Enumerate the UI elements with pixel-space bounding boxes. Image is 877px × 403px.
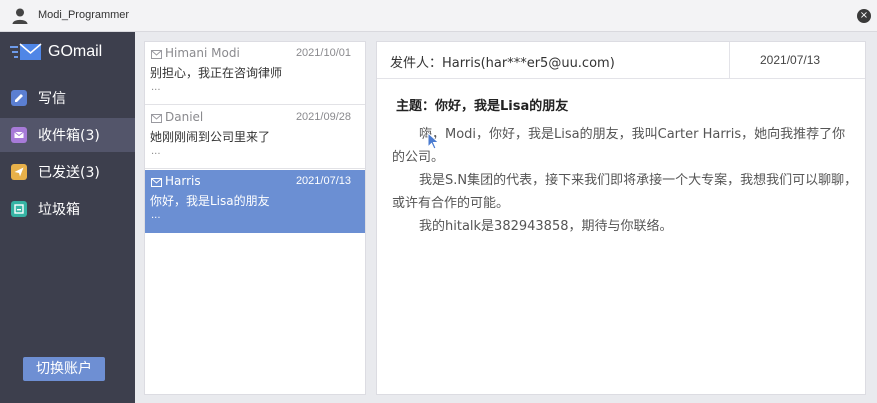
trash-icon — [11, 201, 27, 217]
mail-list-item-selected[interactable]: Harris 2021/07/13 你好，我是Lisa的朋友 ... — [145, 170, 365, 233]
detail-subject: 主题：你好，我是Lisa的朋友 — [396, 99, 569, 114]
close-icon[interactable]: × — [857, 9, 871, 23]
mail-date: 2021/07/13 — [295, 175, 351, 187]
detail-date: 2021/07/13 — [760, 53, 821, 67]
mail-more: ... — [151, 82, 161, 93]
title-bar: Modi_Programmer × — [0, 0, 877, 32]
user-icon — [12, 8, 28, 24]
brand-logo: GOmail — [10, 42, 102, 62]
nav-compose[interactable]: 写信 — [0, 81, 135, 115]
mail-logo-icon — [10, 43, 42, 60]
nav-label: 垃圾箱 — [38, 202, 80, 218]
mail-sender: Himani Modi — [165, 46, 240, 60]
mouse-cursor-icon — [427, 132, 440, 150]
mail-sender: Daniel — [165, 110, 204, 124]
nav-inbox[interactable]: 收件箱(3) — [0, 118, 135, 152]
mail-more: ... — [151, 210, 161, 221]
mail-date: 2021/09/28 — [295, 111, 351, 123]
mail-list-item[interactable]: Daniel 2021/09/28 她刚刚闹到公司里来了 ... — [145, 106, 365, 169]
body-paragraph: 我的hitalk是382943858，期待与你联络。 — [419, 219, 673, 234]
nav-label: 已发送(3) — [38, 165, 100, 181]
mail-list: Himani Modi 2021/10/01 别担心，我正在咨询律师 ... D… — [144, 41, 366, 395]
envelope-icon — [151, 178, 162, 187]
envelope-icon — [151, 50, 162, 59]
brand-name: GOmail — [48, 43, 103, 60]
inbox-icon — [11, 127, 27, 143]
mail-sender: Harris — [165, 174, 201, 188]
envelope-icon — [151, 114, 162, 123]
window-title: Modi_Programmer — [38, 9, 130, 21]
nav-sent[interactable]: 已发送(3) — [0, 155, 135, 189]
nav-label: 收件箱(3) — [38, 128, 100, 144]
mail-preview: 她刚刚闹到公司里来了 — [150, 130, 271, 144]
sidebar: GOmail 写信 收件箱(3) 已发送(3) 垃圾箱 切换账户 — [0, 32, 135, 403]
mail-preview: 别担心，我正在咨询律师 — [150, 66, 283, 80]
detail-body: 嗨，Modi，你好，我是Lisa的朋友，我叫Carter Harris，她向我推… — [392, 123, 858, 238]
body-paragraph: 嗨，Modi，你好，我是Lisa的朋友，我叫Carter Harris，她向我推… — [392, 127, 846, 165]
mail-preview: 你好，我是Lisa的朋友 — [150, 194, 270, 208]
body-paragraph: 我是S.N集团的代表，接下来我们即将承接一个大专案，我想我们可以聊聊，或许有合作… — [392, 173, 858, 211]
nav-label: 写信 — [38, 91, 66, 107]
header-divider — [729, 42, 730, 79]
send-icon — [11, 164, 27, 180]
mail-detail-header: 发件人：Harris(har***er5@uu.com) 2021/07/13 — [377, 42, 865, 79]
mail-detail: 发件人：Harris(har***er5@uu.com) 2021/07/13 … — [376, 41, 866, 395]
mail-date: 2021/10/01 — [295, 47, 351, 59]
mail-more: ... — [151, 146, 161, 157]
edit-icon — [11, 90, 27, 106]
nav-trash[interactable]: 垃圾箱 — [0, 192, 135, 226]
mail-list-item[interactable]: Himani Modi 2021/10/01 别担心，我正在咨询律师 ... — [145, 42, 365, 105]
detail-sender: 发件人：Harris(har***er5@uu.com) — [390, 56, 615, 71]
switch-account-button[interactable]: 切换账户 — [23, 357, 105, 381]
